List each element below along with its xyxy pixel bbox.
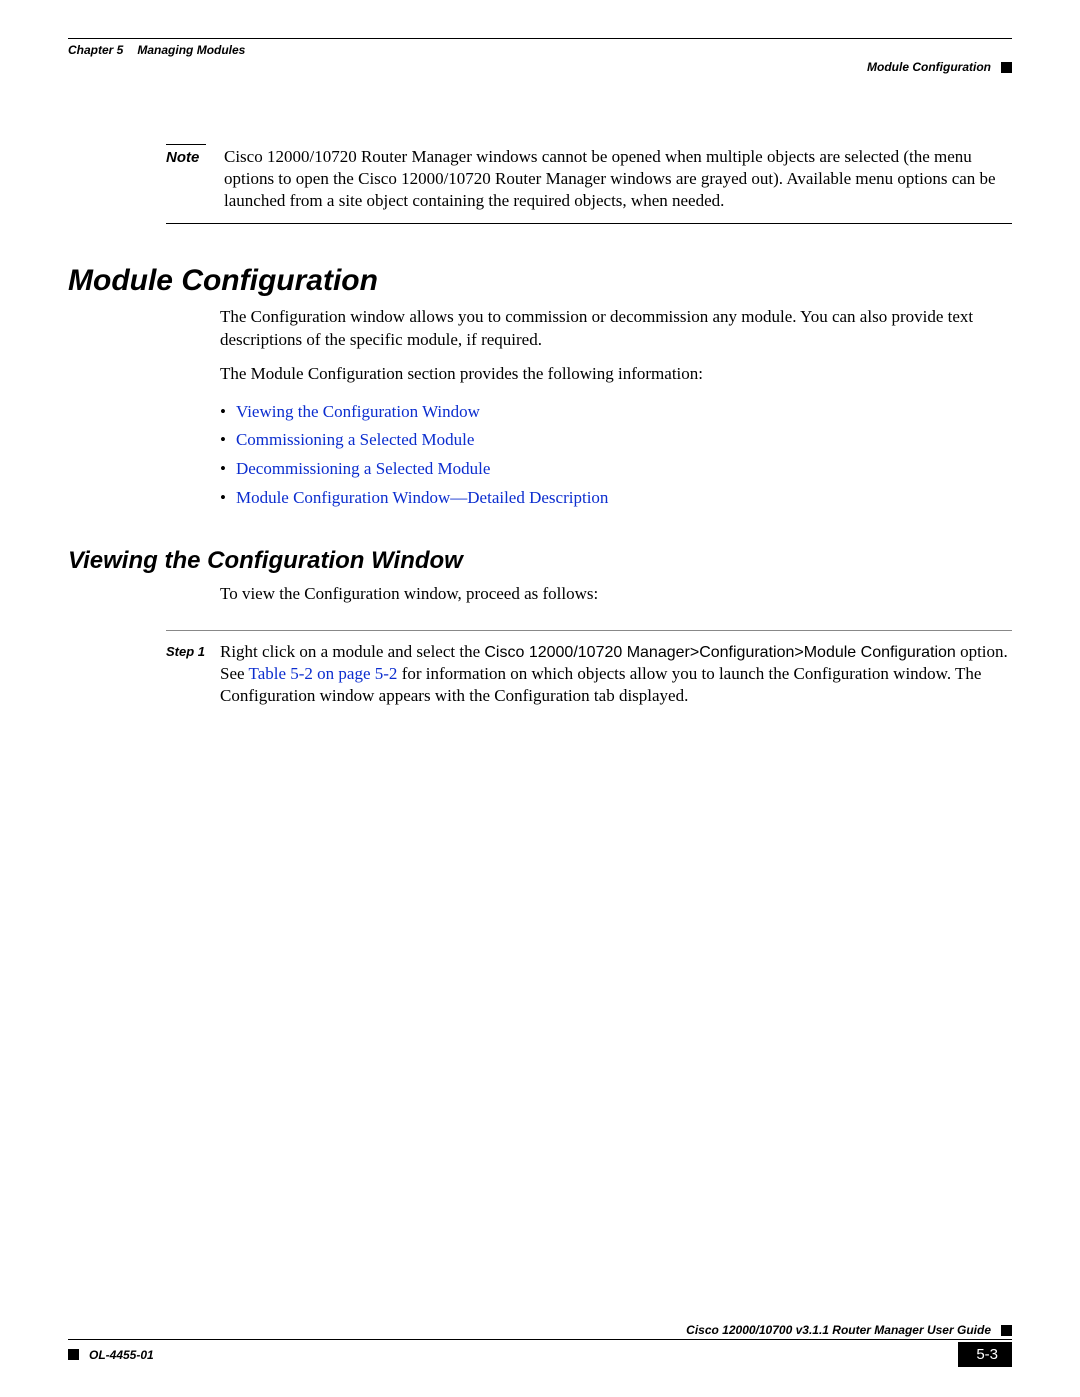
note-label: Note bbox=[166, 144, 206, 166]
bullet-item: • Decommissioning a Selected Module bbox=[220, 455, 1012, 484]
header-left: Chapter 5 Managing Modules bbox=[68, 43, 245, 57]
footer-docnum: OL-4455-01 bbox=[89, 1348, 154, 1362]
link-commissioning[interactable]: Commissioning a Selected Module bbox=[236, 426, 474, 455]
header-square-icon bbox=[1001, 62, 1012, 73]
chapter-title: Managing Modules bbox=[137, 43, 245, 57]
bullet-icon: • bbox=[220, 484, 226, 513]
link-table-xref[interactable]: Table 5-2 on page 5-2 bbox=[249, 664, 398, 683]
header-section: Module Configuration bbox=[867, 60, 991, 74]
step-block: Step 1 Right click on a module and selec… bbox=[166, 630, 1012, 708]
bullet-item: • Viewing the Configuration Window bbox=[220, 398, 1012, 427]
link-decommissioning[interactable]: Decommissioning a Selected Module bbox=[236, 455, 490, 484]
footer-square-icon bbox=[68, 1349, 79, 1360]
step-label: Step 1 bbox=[166, 641, 206, 659]
intro-para-2: The Module Configuration section provide… bbox=[220, 363, 1012, 385]
step-text: Right click on a module and select the C… bbox=[220, 641, 1012, 708]
footer: Cisco 12000/10700 v3.1.1 Router Manager … bbox=[68, 1323, 1012, 1367]
link-viewing-config[interactable]: Viewing the Configuration Window bbox=[236, 398, 480, 427]
footer-square-icon bbox=[1001, 1325, 1012, 1336]
link-detailed-description[interactable]: Module Configuration Window—Detailed Des… bbox=[236, 484, 608, 513]
bullet-icon: • bbox=[220, 398, 226, 427]
chapter-label: Chapter 5 bbox=[68, 43, 123, 57]
content: Note Cisco 12000/10720 Router Manager wi… bbox=[68, 144, 1012, 708]
note-row: Note Cisco 12000/10720 Router Manager wi… bbox=[166, 144, 1012, 224]
bullet-icon: • bbox=[220, 426, 226, 455]
footer-top-row: Cisco 12000/10700 v3.1.1 Router Manager … bbox=[68, 1323, 1012, 1337]
footer-left: OL-4455-01 bbox=[68, 1348, 154, 1362]
footer-bottom-row: OL-4455-01 5-3 bbox=[68, 1342, 1012, 1367]
header-row: Chapter 5 Managing Modules bbox=[68, 43, 1012, 57]
bullet-item: • Commissioning a Selected Module bbox=[220, 426, 1012, 455]
bullet-icon: • bbox=[220, 455, 226, 484]
bullet-item: • Module Configuration Window—Detailed D… bbox=[220, 484, 1012, 513]
link-list: • Viewing the Configuration Window • Com… bbox=[220, 398, 1012, 514]
footer-guide: Cisco 12000/10700 v3.1.1 Router Manager … bbox=[686, 1323, 991, 1337]
page-number: 5-3 bbox=[958, 1342, 1012, 1367]
footer-rule bbox=[68, 1339, 1012, 1340]
step-pre: Right click on a module and select the bbox=[220, 642, 484, 661]
ui-path: Cisco 12000/10720 Manager>Configuration>… bbox=[484, 644, 955, 661]
intro-para-1: The Configuration window allows you to c… bbox=[220, 306, 1012, 351]
header-right-row: Module Configuration bbox=[68, 60, 1012, 74]
page: Chapter 5 Managing Modules Module Config… bbox=[0, 0, 1080, 1397]
note-text: Cisco 12000/10720 Router Manager windows… bbox=[224, 144, 1012, 211]
heading-module-configuration: Module Configuration bbox=[68, 264, 1012, 298]
note-block: Note Cisco 12000/10720 Router Manager wi… bbox=[166, 144, 1012, 224]
header-rule bbox=[68, 38, 1012, 39]
step-row: Step 1 Right click on a module and selec… bbox=[166, 641, 1012, 708]
view-intro: To view the Configuration window, procee… bbox=[220, 583, 1012, 605]
heading-viewing-config: Viewing the Configuration Window bbox=[68, 547, 1012, 575]
